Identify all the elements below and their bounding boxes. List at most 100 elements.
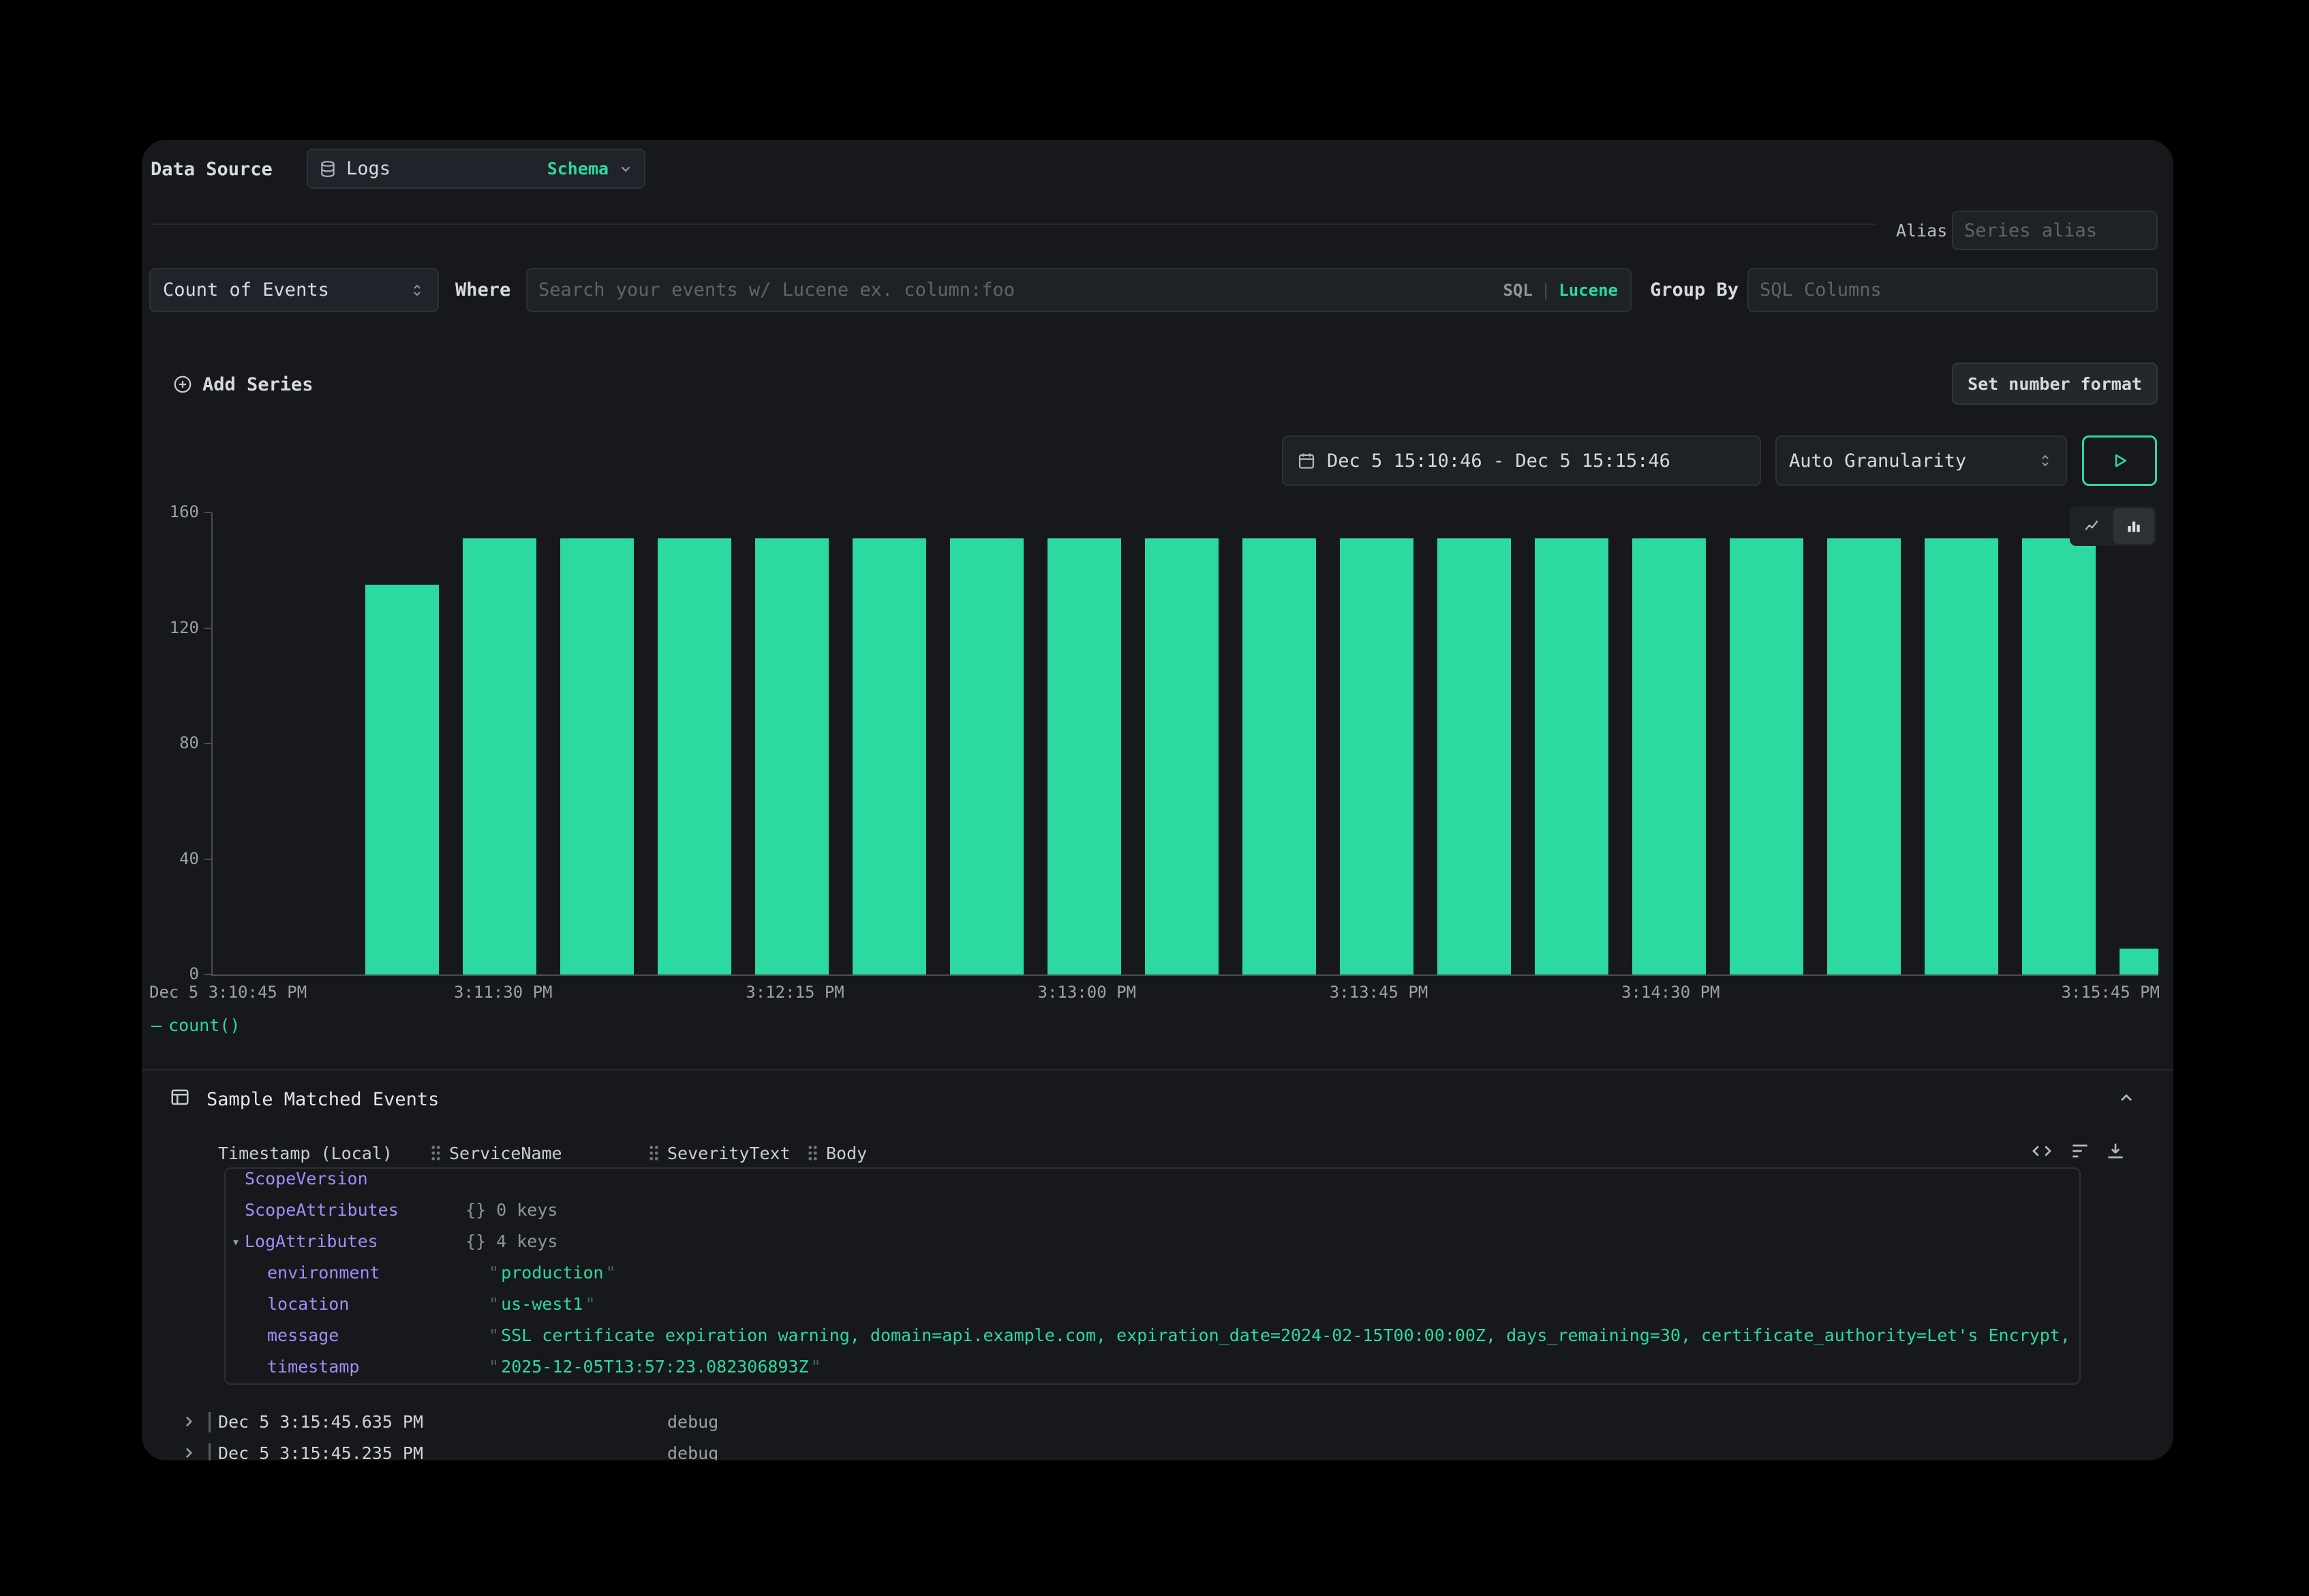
section-divider (142, 1069, 2173, 1071)
json-key[interactable]: message (267, 1320, 339, 1351)
quote-mark: " (489, 1325, 499, 1345)
bar[interactable] (1145, 538, 1219, 975)
sql-mode-toggle[interactable]: SQL (1503, 281, 1532, 300)
line-chart-toggle[interactable] (2072, 508, 2113, 544)
data-source-select[interactable]: Logs Schema (307, 149, 645, 189)
bar[interactable] (755, 538, 829, 975)
events-columns: Timestamp (Local) ServiceName SeverityText… (142, 1139, 2173, 1167)
severity-bar (209, 1443, 211, 1460)
json-row[interactable]: ScopeAttributes{} 0 keys (226, 1195, 2079, 1226)
run-query-button[interactable] (2082, 435, 2157, 486)
group-by-input[interactable] (1749, 269, 2156, 311)
event-row[interactable]: Dec 5 3:15:45.235 PMdebug (142, 1438, 2173, 1460)
y-tick-label: 40 (151, 849, 199, 868)
bar[interactable] (658, 538, 731, 975)
data-source-label: Data Source (151, 159, 273, 180)
chart-legend[interactable]: — count() (151, 1015, 240, 1035)
event-severity: debug (667, 1407, 718, 1438)
drag-handle-icon[interactable] (808, 1145, 818, 1161)
chart-plot (211, 512, 2158, 976)
quote-mark: " (585, 1294, 595, 1314)
bar[interactable] (1632, 538, 1706, 975)
chevron-down-icon (618, 162, 633, 177)
x-tick-label: 3:15:45 PM (2062, 983, 2160, 1002)
aggregate-select[interactable]: Count of Events (149, 268, 439, 312)
bar[interactable] (1925, 538, 1998, 975)
json-value: "production" (487, 1257, 618, 1289)
json-value: "SSL certificate expiration warning, dom… (487, 1320, 2081, 1351)
drag-handle-icon[interactable] (431, 1145, 441, 1161)
alias-input[interactable] (1953, 212, 2156, 249)
json-value-text: SSL certificate expiration warning, doma… (501, 1325, 2081, 1345)
bar[interactable] (1827, 538, 1901, 975)
json-key[interactable]: timestamp (267, 1351, 359, 1383)
y-tick-mark (204, 974, 211, 975)
json-key[interactable]: LogAttributes (245, 1226, 378, 1257)
schema-link[interactable]: Schema (547, 159, 609, 179)
bar[interactable] (365, 585, 439, 975)
json-key[interactable]: ScopeAttributes (245, 1195, 399, 1226)
column-header[interactable]: SeverityText (649, 1139, 791, 1167)
plus-circle-icon (172, 374, 193, 395)
column-lines-icon[interactable] (2069, 1140, 2091, 1162)
column-header[interactable]: ServiceName (431, 1139, 562, 1167)
search-box[interactable]: SQL | Lucene (526, 268, 1632, 312)
bar-chart-toggle[interactable] (2113, 508, 2155, 544)
drag-handle-icon[interactable] (649, 1145, 659, 1161)
bar[interactable] (1340, 538, 1413, 975)
caret-down-icon[interactable]: ▾ (232, 1226, 240, 1257)
add-series-button[interactable]: Add Series (172, 369, 314, 400)
bar[interactable] (1437, 538, 1511, 975)
x-tick-label: 3:12:15 PM (746, 983, 844, 1002)
alias-label: Alias (1896, 221, 1947, 241)
search-input[interactable] (527, 269, 1503, 311)
column-label: Body (826, 1144, 867, 1163)
bar[interactable] (1048, 538, 1121, 975)
lucene-mode-toggle[interactable]: Lucene (1559, 281, 1618, 300)
event-row[interactable]: Dec 5 3:15:45.635 PMdebug (142, 1407, 2173, 1438)
bar[interactable] (2022, 538, 2096, 975)
calendar-icon (1297, 451, 1316, 470)
collapse-chevron-icon[interactable] (2117, 1088, 2136, 1107)
json-row[interactable]: ScopeVersion (226, 1167, 2079, 1195)
json-row[interactable]: ▾LogAttributes {} 4 keys (226, 1226, 2079, 1257)
json-value-text: production (501, 1263, 604, 1283)
chart-type-toggle (2070, 506, 2156, 546)
json-key[interactable]: location (267, 1289, 349, 1320)
json-row[interactable]: message "SSL certificate expiration warni… (226, 1320, 2079, 1351)
bar[interactable] (560, 538, 634, 975)
data-source-value: Logs (346, 158, 391, 179)
set-number-format-button[interactable]: Set number format (1952, 363, 2158, 405)
code-view-icon[interactable] (2031, 1140, 2053, 1162)
expand-caret-icon[interactable] (180, 1413, 198, 1435)
bar[interactable] (1535, 538, 1608, 975)
time-range-picker[interactable]: Dec 5 15:10:46 - Dec 5 15:15:46 (1282, 435, 1761, 486)
bar[interactable] (463, 538, 536, 975)
bar[interactable] (1242, 538, 1316, 975)
json-row[interactable]: location"us-west1" (226, 1289, 2079, 1320)
line-chart-icon (2083, 517, 2101, 535)
event-detail-panel: ScopeVersionScopeAttributes{} 0 keys▾Log… (224, 1167, 2081, 1385)
column-header[interactable]: Body (808, 1139, 867, 1167)
json-row[interactable]: environment "production" (226, 1257, 2079, 1289)
json-key[interactable]: ScopeVersion (245, 1167, 368, 1195)
chevron-updown-icon (409, 282, 425, 298)
download-icon[interactable] (2105, 1140, 2126, 1162)
json-row[interactable]: timestamp "2025-12-05T13:57:23.082306893Z… (226, 1351, 2079, 1383)
bar[interactable] (950, 538, 1024, 975)
expand-caret-icon[interactable] (180, 1444, 198, 1460)
granularity-select[interactable]: Auto Granularity (1775, 435, 2067, 486)
y-tick-label: 0 (151, 964, 199, 983)
column-header[interactable]: Timestamp (Local) (218, 1139, 393, 1167)
json-key-meta: {} 4 keys (465, 1226, 557, 1257)
bar[interactable] (853, 538, 926, 975)
severity-bar (209, 1412, 211, 1432)
x-tick-label: 3:14:30 PM (1621, 983, 1720, 1002)
bar[interactable] (2120, 949, 2158, 975)
y-tick-label: 160 (151, 502, 199, 521)
bar[interactable] (1730, 538, 1803, 975)
json-value: "2025-12-05T13:57:23.082306893Z" (487, 1351, 823, 1383)
json-key[interactable]: environment (267, 1257, 380, 1289)
quote-mark: " (606, 1263, 616, 1283)
json-value-text: us-west1 (501, 1294, 583, 1314)
